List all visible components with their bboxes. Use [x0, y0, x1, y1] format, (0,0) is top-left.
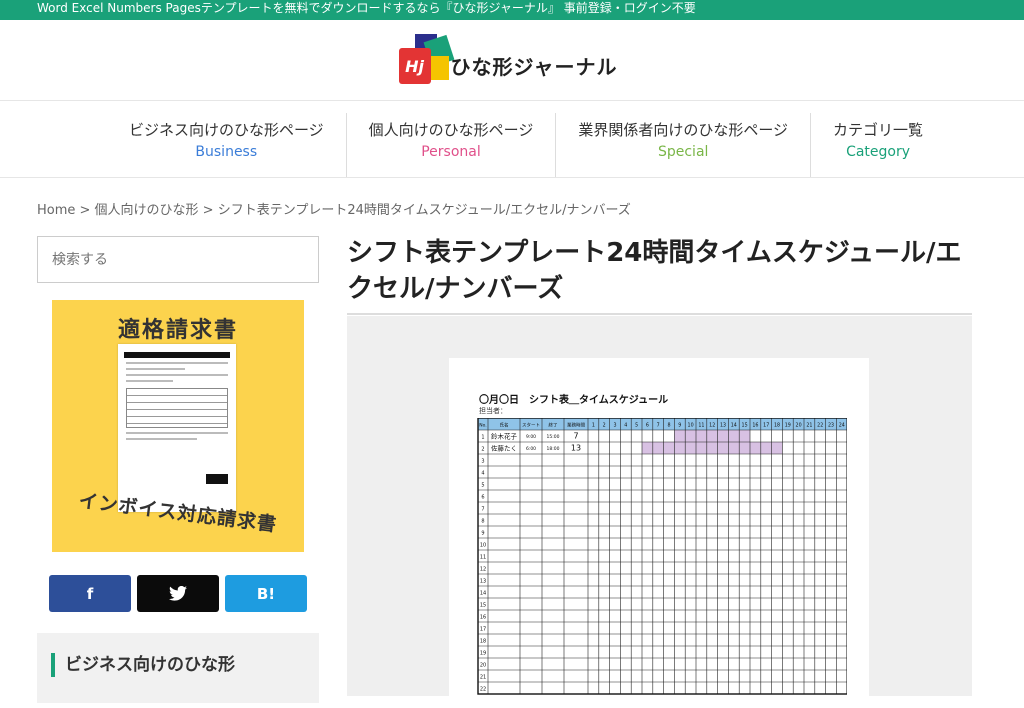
- widget-title: ビジネス向けのひな形: [51, 653, 305, 677]
- twitter-share-button[interactable]: [137, 575, 219, 612]
- grid-end-cell: 18:00: [547, 446, 560, 452]
- grid-row-number: 8: [481, 519, 484, 525]
- grid-row-number: 2: [481, 447, 484, 453]
- grid-row-number: 11: [480, 555, 486, 561]
- global-nav: ビジネス向けのひな形ページ Business 個人向けのひな形ページ Personal…: [0, 101, 1024, 178]
- hatena-icon: B!: [256, 584, 276, 603]
- search-input[interactable]: [37, 236, 319, 283]
- grid-row-number: 18: [480, 639, 486, 645]
- grid-row-number: 1: [481, 435, 484, 441]
- logo-text: ひな形ジャーナル: [450, 54, 618, 79]
- sidebar-widget: ビジネス向けのひな形: [37, 633, 319, 703]
- grid-hour-header: 17: [763, 423, 769, 429]
- facebook-icon: f: [86, 584, 94, 603]
- grid-hour-header: 18: [774, 423, 780, 429]
- grid-name-cell: 佐藤たく: [491, 444, 517, 453]
- nav-label: 個人向けのひな形ページ: [368, 121, 534, 139]
- grid-hour-header: 6: [646, 423, 649, 429]
- grid-start-cell: 6:00: [526, 446, 536, 452]
- nav-sublabel: Personal: [421, 144, 481, 160]
- nav-item-business[interactable]: ビジネス向けのひな形ページ Business: [107, 113, 346, 177]
- grid-hour-header: 19: [785, 423, 791, 429]
- template-preview-image: 〇月〇日 シフト表＿タイムスケジュール 担当者： No. 氏名 スタート 終了 業務時間…: [347, 316, 972, 698]
- nav-item-category[interactable]: カテゴリ一覧 Category: [810, 113, 945, 177]
- grid-header-cell: 終了: [549, 422, 558, 429]
- top-announcement-bar: Word Excel Numbers Pagesテンプレートを無料でダウンロード…: [0, 0, 1024, 20]
- grid-hour-header: 24: [839, 423, 845, 429]
- grid-hour-header: 1: [592, 423, 595, 429]
- grid-hour-header: 15: [742, 423, 748, 429]
- grid-row-number: 19: [480, 651, 486, 657]
- shift-grid: No. 氏名 スタート 終了 業務時間 1 2 3 4 5 6 7 8 9 10 11 12 13 14 15 16 17…: [477, 418, 847, 708]
- sheet-title: 〇月〇日 シフト表＿タイムスケジュール: [479, 395, 669, 406]
- nav-sublabel: Category: [846, 144, 911, 160]
- site-logo[interactable]: Hj ひな形ジャーナル: [397, 34, 618, 86]
- grid-hour-header: 9: [678, 423, 681, 429]
- facebook-share-button[interactable]: f: [49, 575, 131, 612]
- grid-hour-header: 20: [796, 423, 802, 429]
- grid-row-number: 13: [480, 579, 486, 585]
- grid-row-number: 15: [480, 603, 486, 609]
- grid-hour-header: 14: [731, 423, 737, 429]
- grid-hour-header: 13: [720, 423, 726, 429]
- grid-hour-header: 4: [624, 423, 627, 429]
- nav-label: カテゴリ一覧: [833, 121, 924, 139]
- grid-header-cell: 業務時間: [567, 422, 585, 429]
- grid-hours-cell: 13: [571, 444, 581, 453]
- grid-start-cell: 9:00: [526, 434, 536, 440]
- grid-hour-header: 2: [603, 423, 606, 429]
- sheet-subtitle: 担当者：: [479, 407, 507, 415]
- grid-header-cell: 氏名: [500, 422, 509, 429]
- grid-hour-header: 23: [828, 423, 834, 429]
- grid-row-number: 6: [481, 495, 484, 501]
- nav-sublabel: Business: [195, 144, 258, 160]
- grid-hour-header: 22: [817, 423, 823, 429]
- grid-hour-header: 16: [752, 423, 758, 429]
- grid-hour-header: 10: [688, 423, 694, 429]
- post-title: シフト表テンプレート24時間タイムスケジュール/エクセル/ナンバーズ: [347, 235, 972, 315]
- grid-row-number: 16: [480, 615, 486, 621]
- site-header: Hj ひな形ジャーナル: [0, 20, 1024, 101]
- grid-row-number: 4: [481, 471, 484, 477]
- grid-row-number: 12: [480, 567, 486, 573]
- hatena-bookmark-button[interactable]: B!: [225, 575, 307, 612]
- grid-hour-header: 7: [657, 423, 660, 429]
- grid-row-number: 5: [481, 483, 484, 489]
- invoice-banner[interactable]: 適格請求書 インボイス対応請求書: [52, 300, 304, 552]
- shift-bar: [674, 430, 750, 442]
- grid-hour-header: 8: [667, 423, 670, 429]
- grid-row-number: 10: [480, 543, 486, 549]
- nav-label: 業界関係者向けのひな形ページ: [578, 121, 789, 139]
- breadcrumb[interactable]: Home > 個人向けのひな形 > シフト表テンプレート24時間タイムスケジュー…: [37, 199, 631, 218]
- banner-heading: 適格請求書: [117, 318, 238, 343]
- grid-name-cell: 鈴木花子: [491, 432, 518, 441]
- grid-header-cell: No.: [479, 423, 486, 429]
- shift-sheet: 〇月〇日 シフト表＿タイムスケジュール 担当者： No. 氏名 スタート 終了 業務時間…: [449, 358, 869, 698]
- nav-item-personal[interactable]: 個人向けのひな形ページ Personal: [345, 113, 556, 177]
- nav-label: ビジネス向けのひな形ページ: [128, 121, 324, 139]
- grid-hour-header: 12: [709, 423, 715, 429]
- nav-sublabel: Special: [657, 144, 709, 160]
- grid-hour-header: 3: [613, 423, 616, 429]
- grid-header-cell: スタート: [522, 422, 540, 429]
- grid-hour-header: 11: [698, 423, 704, 429]
- grid-row-number: 20: [480, 663, 486, 669]
- invoice-document-image: [118, 344, 236, 512]
- grid-row-number: 14: [480, 591, 486, 597]
- nav-item-special[interactable]: 業界関係者向けのひな形ページ Special: [555, 113, 810, 177]
- twitter-icon: [169, 586, 187, 601]
- grid-end-cell: 15:00: [547, 434, 560, 440]
- logo-icon: Hj: [397, 34, 454, 86]
- grid-row-number: 21: [480, 675, 486, 681]
- shift-bar: [642, 442, 783, 454]
- share-buttons: f B!: [49, 575, 307, 612]
- grid-row-number: 17: [480, 627, 486, 633]
- grid-row-number: 9: [481, 531, 484, 537]
- grid-hours-cell: 7: [573, 432, 578, 441]
- grid-hour-header: 21: [806, 423, 812, 429]
- grid-row-number: 3: [481, 459, 484, 465]
- grid-row-number: 7: [481, 507, 484, 513]
- grid-hour-header: 5: [635, 423, 638, 429]
